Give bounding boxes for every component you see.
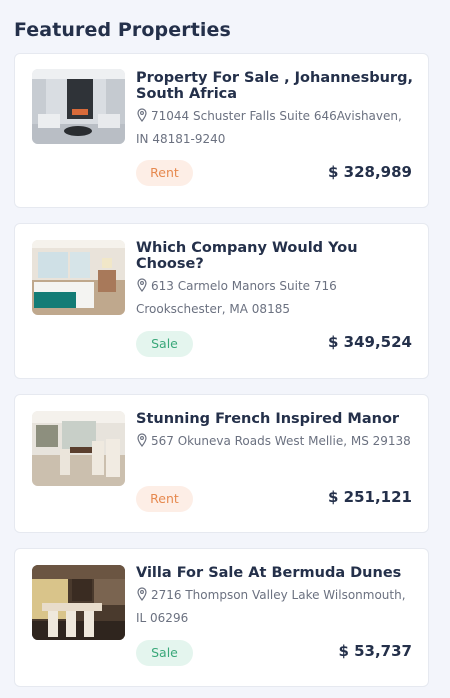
- property-image[interactable]: [32, 411, 125, 486]
- property-image[interactable]: [32, 240, 125, 315]
- property-title[interactable]: Which Company Would You Choose?: [136, 240, 414, 272]
- property-address: 2716 Thompson Valley Lake Wilsonmouth, I…: [136, 584, 414, 630]
- listing-type-badge: Sale: [136, 331, 193, 357]
- property-image[interactable]: [32, 565, 125, 640]
- location-pin-icon: [137, 108, 147, 122]
- property-title[interactable]: Stunning French Inspired Manor: [136, 411, 414, 427]
- property-card[interactable]: Which Company Would You Choose? 613 Carm…: [14, 223, 429, 379]
- property-card[interactable]: Stunning French Inspired Manor 567 Okune…: [14, 394, 429, 533]
- address-text: 71044 Schuster Falls Suite 646Avishaven,…: [136, 109, 402, 146]
- address-text: 613 Carmelo Manors Suite 716 Crookschest…: [136, 279, 337, 316]
- property-image[interactable]: [32, 69, 125, 144]
- property-price: $ 328,989: [328, 163, 412, 181]
- property-address: 567 Okuneva Roads West Mellie, MS 29138: [136, 430, 414, 453]
- listing-type-badge: Rent: [136, 160, 193, 186]
- title-text: Villa For Sale At Bermuda Dunes: [136, 565, 402, 581]
- property-title[interactable]: Property For Sale , Johannesburg, South …: [136, 70, 414, 102]
- property-address: 71044 Schuster Falls Suite 646Avishaven,…: [136, 105, 414, 151]
- property-price: $ 349,524: [328, 333, 412, 351]
- section-title: Featured Properties: [14, 19, 231, 41]
- location-pin-icon: [137, 433, 147, 447]
- address-text: 2716 Thompson Valley Lake Wilsonmouth, I…: [136, 588, 406, 625]
- property-title[interactable]: Villa For Sale At Bermuda Dunes: [136, 565, 414, 581]
- property-card[interactable]: Property For Sale , Johannesburg, South …: [14, 53, 429, 208]
- listing-type-badge: Sale: [136, 640, 193, 666]
- address-text: 567 Okuneva Roads West Mellie, MS 29138: [151, 434, 411, 448]
- location-pin-icon: [137, 278, 147, 292]
- property-price: $ 53,737: [338, 642, 412, 660]
- listing-type-badge: Rent: [136, 486, 193, 512]
- property-card[interactable]: Villa For Sale At Bermuda Dunes 2716 Tho…: [14, 548, 429, 687]
- property-price: $ 251,121: [328, 488, 412, 506]
- property-address: 613 Carmelo Manors Suite 716 Crookschest…: [136, 275, 414, 321]
- location-pin-icon: [137, 587, 147, 601]
